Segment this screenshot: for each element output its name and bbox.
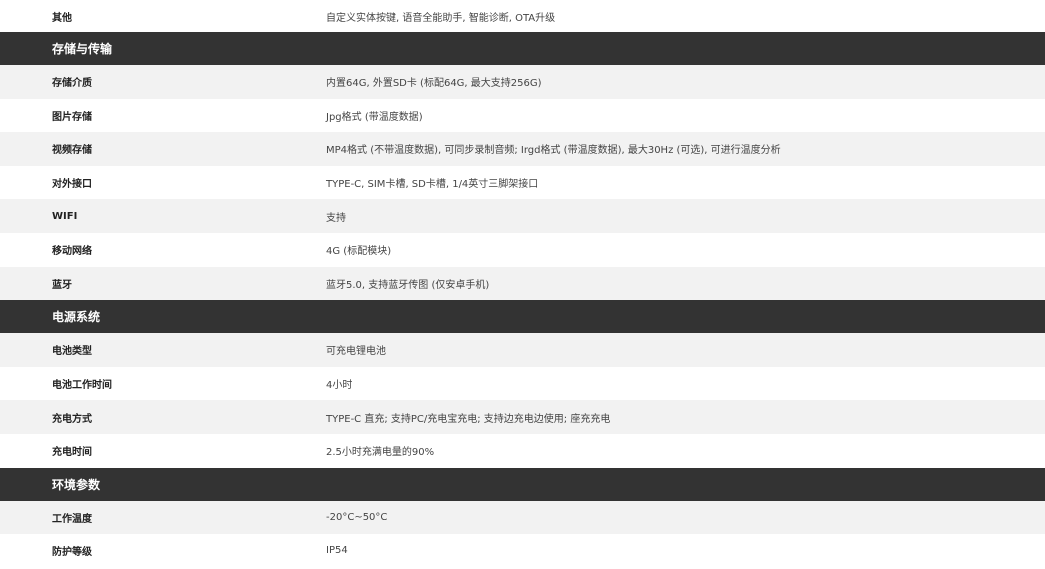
- section-header-environment: 环境参数: [0, 467, 1045, 501]
- spec-row: 存储介质 内置64G, 外置SD卡 (标配64G, 最大支持256G): [0, 65, 1045, 99]
- spec-row: 蓝牙 蓝牙5.0, 支持蓝牙传图 (仅安卓手机): [0, 266, 1045, 301]
- spec-label: 电池工作时间: [52, 380, 112, 392]
- spec-row: 电池类型 可充电锂电池: [0, 333, 1045, 367]
- spec-row: 充电方式 TYPE-C 直充; 支持PC/充电宝充电; 支持边充电边使用; 座充…: [0, 400, 1045, 434]
- spec-value: 4G (标配模块): [326, 246, 392, 258]
- spec-label: 其他: [52, 12, 72, 24]
- section-header-power: 电源系统: [0, 300, 1045, 334]
- section-header-storage: 存储与传输: [0, 32, 1045, 65]
- spec-label: 存储介质: [52, 78, 92, 90]
- spec-value: 内置64G, 外置SD卡 (标配64G, 最大支持256G): [326, 78, 542, 90]
- spec-label: 移动网络: [52, 246, 92, 258]
- spec-label: 防护等级: [52, 547, 92, 559]
- spec-row: 防护等级 IP54: [0, 534, 1045, 568]
- spec-row: 工作温度 -20°C~50°C: [0, 500, 1045, 535]
- spec-label: 电池类型: [52, 346, 92, 358]
- spec-label: 充电方式: [52, 413, 92, 425]
- spec-row: 充电时间 2.5小时充满电量的90%: [0, 433, 1045, 468]
- spec-value: -20°C~50°C: [326, 511, 388, 523]
- spec-row-other: 其他 自定义实体按键, 语音全能助手, 智能诊断, OTA升级: [0, 0, 1045, 32]
- spec-value: TYPE-C, SIM卡槽, SD卡槽, 1/4英寸三脚架接口: [326, 179, 539, 191]
- spec-value: 蓝牙5.0, 支持蓝牙传图 (仅安卓手机): [326, 279, 490, 291]
- spec-value: 可充电锂电池: [326, 346, 386, 358]
- spec-label: 视频存储: [52, 145, 92, 157]
- spec-value: 支持: [326, 212, 346, 224]
- spec-value: 4小时: [326, 380, 353, 392]
- spec-value: 2.5小时充满电量的90%: [326, 447, 435, 459]
- spec-row: 电池工作时间 4小时: [0, 366, 1045, 401]
- spec-label: 工作温度: [52, 513, 92, 525]
- spec-row: 对外接口 TYPE-C, SIM卡槽, SD卡槽, 1/4英寸三脚架接口: [0, 165, 1045, 200]
- spec-row: 移动网络 4G (标配模块): [0, 232, 1045, 267]
- spec-value: IP54: [326, 545, 348, 557]
- spec-table: 其他 自定义实体按键, 语音全能助手, 智能诊断, OTA升级 存储与传输 存储…: [0, 0, 1045, 568]
- spec-label: 充电时间: [52, 447, 92, 459]
- spec-row: 图片存储 Jpg格式 (带温度数据): [0, 98, 1045, 133]
- spec-value: Jpg格式 (带温度数据): [326, 111, 423, 123]
- spec-row: 视频存储 MP4格式 (不带温度数据), 可同步录制音频; Irgd格式 (带温…: [0, 132, 1045, 166]
- spec-label: 图片存储: [52, 111, 92, 123]
- spec-label: WIFI: [52, 210, 78, 222]
- spec-value: MP4格式 (不带温度数据), 可同步录制音频; Irgd格式 (带温度数据),…: [326, 145, 781, 157]
- spec-label: 对外接口: [52, 179, 92, 191]
- spec-value: TYPE-C 直充; 支持PC/充电宝充电; 支持边充电边使用; 座充充电: [326, 413, 611, 425]
- spec-value: 自定义实体按键, 语音全能助手, 智能诊断, OTA升级: [326, 12, 556, 24]
- spec-label: 蓝牙: [52, 279, 72, 291]
- spec-row: WIFI 支持: [0, 199, 1045, 233]
